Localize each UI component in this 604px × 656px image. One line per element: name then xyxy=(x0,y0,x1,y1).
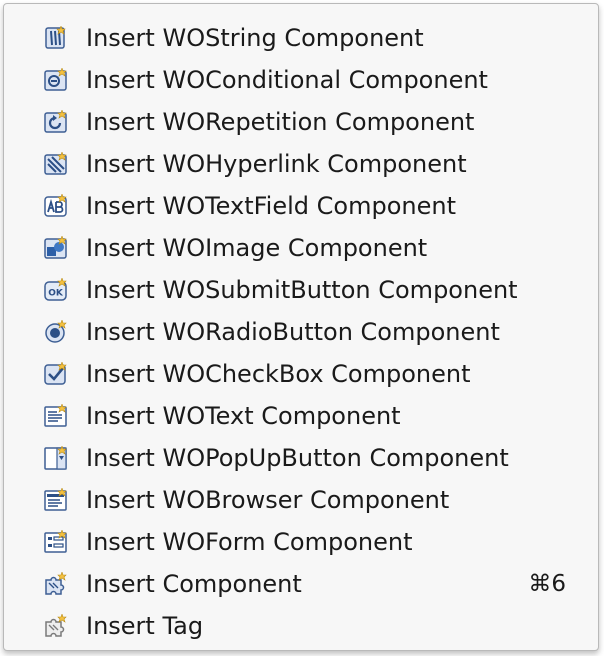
menu-item-label: Insert Tag xyxy=(86,612,204,640)
menu-item-insert-wobrowser[interactable]: Insert WOBrowser Component xyxy=(4,479,598,521)
menu-item-insert-woimage[interactable]: Insert WOImage Component xyxy=(4,227,598,269)
menu-item-label: Insert WOTextField Component xyxy=(86,192,456,220)
menu-item-insert-wosubmitbutton[interactable]: OK Insert WOSubmitButton Component xyxy=(4,269,598,311)
woconditional-icon xyxy=(44,68,67,91)
menu-item-insert-woradiobutton[interactable]: Insert WORadioButton Component xyxy=(4,311,598,353)
wohyperlink-icon xyxy=(44,152,67,175)
menu-item-label: Insert WOPopUpButton Component xyxy=(86,444,509,472)
wostring-icon xyxy=(45,26,66,49)
menu-item-label: Insert WOText Component xyxy=(86,402,401,430)
woradiobutton-icon xyxy=(45,320,67,343)
menu-item-label: Insert WOCheckBox Component xyxy=(86,360,471,388)
menu-item-insert-worepetition[interactable]: Insert WORepetition Component xyxy=(4,101,598,143)
wotextfield-icon xyxy=(44,194,67,217)
menu-item-insert-wocheckbox[interactable]: Insert WOCheckBox Component xyxy=(4,353,598,395)
component-puzzle-icon xyxy=(45,572,67,595)
menu-item-label: Insert WORadioButton Component xyxy=(86,318,500,346)
menu-item-insert-component[interactable]: Insert Component ⌘6 xyxy=(4,563,598,605)
menu-item-insert-tag[interactable]: Insert Tag xyxy=(4,605,598,647)
menu-item-insert-woconditional[interactable]: Insert WOConditional Component xyxy=(4,59,598,101)
menu-item-label: Insert WOBrowser Component xyxy=(86,486,450,514)
wocheckbox-icon xyxy=(44,362,67,385)
menu-item-label: Insert WOHyperlink Component xyxy=(86,150,467,178)
woform-icon xyxy=(44,530,67,553)
menu-item-label: Insert WORepetition Component xyxy=(86,108,475,136)
svg-text:OK: OK xyxy=(48,289,64,299)
menu-item-insert-wotextfield[interactable]: Insert WOTextField Component xyxy=(4,185,598,227)
menu-item-label: Insert WOImage Component xyxy=(86,234,428,262)
menu-item-label: Insert WOConditional Component xyxy=(86,66,488,94)
menu-item-label: Insert WOForm Component xyxy=(86,528,413,556)
menu-item-insert-wostring[interactable]: Insert WOString Component xyxy=(4,17,598,59)
menu-item-insert-wohyperlink[interactable]: Insert WOHyperlink Component xyxy=(4,143,598,185)
woimage-icon xyxy=(44,236,67,259)
menu-item-insert-woform[interactable]: Insert WOForm Component xyxy=(4,521,598,563)
wobrowser-icon xyxy=(44,488,67,511)
menu-item-insert-wotext[interactable]: Insert WOText Component xyxy=(4,395,598,437)
menu-item-insert-wopopupbutton[interactable]: Insert WOPopUpButton Component xyxy=(4,437,598,479)
wosubmitbutton-icon: OK xyxy=(44,278,67,301)
wopopupbutton-icon xyxy=(44,446,67,470)
keyboard-shortcut: ⌘6 xyxy=(528,571,566,597)
menu-item-label: Insert Component xyxy=(86,570,302,598)
menu-item-label: Insert WOString Component xyxy=(86,24,424,52)
worepetition-icon xyxy=(44,110,67,133)
insert-component-menu: Insert WOString Component Insert WOCondi… xyxy=(3,3,599,651)
tag-puzzle-icon xyxy=(45,614,67,637)
wotext-icon xyxy=(44,404,67,427)
menu-item-label: Insert WOSubmitButton Component xyxy=(86,276,518,304)
